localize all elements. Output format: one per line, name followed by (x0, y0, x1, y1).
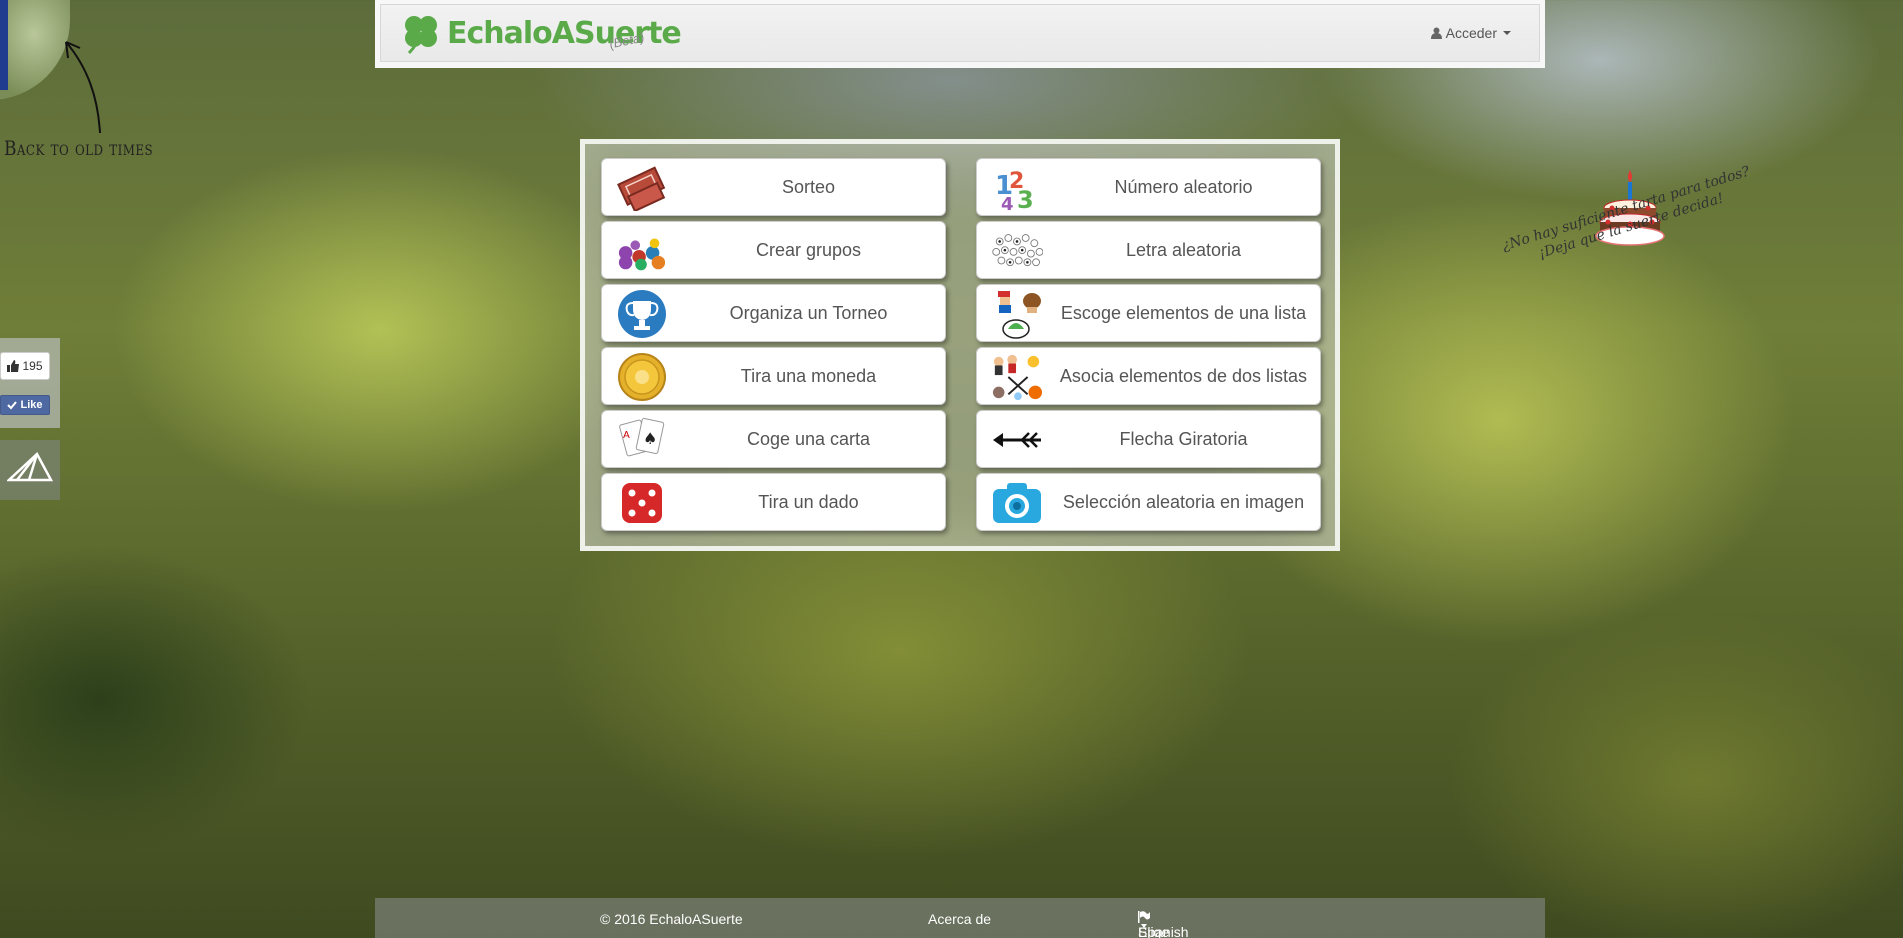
camera-icon (991, 479, 1043, 527)
tile-organiza-torneo[interactable]: Organiza un Torneo (601, 284, 946, 342)
facebook-like-button[interactable]: Like (0, 395, 50, 415)
numbers-icon: 1 2 3 4 (991, 164, 1043, 212)
tile-escoge-elementos[interactable]: Escoge elementos de una lista (976, 284, 1321, 342)
curved-arrow-icon (65, 41, 101, 134)
checkmark-icon (7, 401, 18, 410)
tools-panel: Sorteo 1 2 3 4 Número aleatorio Crear gr… (580, 139, 1340, 551)
tile-flecha-giratoria[interactable]: Flecha Giratoria (976, 410, 1321, 468)
associate-icon (991, 353, 1043, 401)
footer-copyright: © 2016 EchaloASuerte (600, 911, 743, 927)
svg-text:3: 3 (1017, 186, 1034, 212)
share-button[interactable] (0, 440, 60, 500)
navbar-inner: EchaloASuerte (Beta) Acceder (380, 4, 1540, 62)
tile-numero-aleatorio[interactable]: 1 2 3 4 Número aleatorio (976, 158, 1321, 216)
clover-icon (405, 16, 437, 55)
footer-about-link[interactable]: Acerca de (928, 911, 991, 927)
like-label: Like (20, 399, 43, 411)
caret-down-icon (1141, 924, 1147, 928)
trophy-icon (616, 290, 668, 338)
navbar: EchaloASuerte (Beta) Acceder (375, 0, 1545, 68)
tile-asocia-elementos[interactable]: Asocia elementos de dos listas (976, 347, 1321, 405)
login-dropdown[interactable]: Acceder (1430, 25, 1511, 41)
arrow-icon (991, 416, 1043, 464)
ticket-icon (616, 164, 668, 212)
coin-icon (616, 353, 668, 401)
user-icon (1430, 27, 1442, 39)
language-selector[interactable]: Elige un idioma: Spanish (1138, 911, 1189, 938)
svg-text:4: 4 (1001, 194, 1014, 212)
caret-down-icon (1503, 31, 1511, 35)
flag-icon (1138, 911, 1150, 923)
tools-grid: Sorteo 1 2 3 4 Número aleatorio Crear gr… (601, 158, 1321, 531)
paper-plane-icon (7, 451, 53, 482)
svg-text:♠: ♠ (643, 429, 657, 448)
tile-sorteo[interactable]: Sorteo (601, 158, 946, 216)
groups-icon (616, 227, 668, 275)
letters-icon (991, 227, 1043, 275)
back-to-old-times-link[interactable]: Back to old times (4, 136, 153, 160)
like-count-bubble: 195 (0, 352, 50, 380)
characters-icon (991, 290, 1043, 339)
brand-name: EchaloASuerte (447, 15, 682, 51)
tile-coge-carta[interactable]: ♠ A Coge una carta (601, 410, 946, 468)
thumbs-up-icon (7, 360, 20, 372)
svg-text:A: A (623, 430, 630, 441)
cards-icon: ♠ A (616, 416, 668, 464)
footer: © 2016 EchaloASuerte Acerca de Elige un … (375, 898, 1545, 938)
dice-icon (616, 479, 668, 527)
tile-crear-grupos[interactable]: Crear grupos (601, 221, 946, 279)
facebook-like-box: 195 Like (0, 338, 60, 428)
login-label: Acceder (1445, 25, 1497, 41)
tile-tira-dado[interactable]: Tira un dado (601, 473, 946, 531)
like-count: 195 (22, 359, 43, 373)
tile-seleccion-imagen[interactable]: Selección aleatoria en imagen (976, 473, 1321, 531)
tile-letra-aleatoria[interactable]: Letra aleatoria (976, 221, 1321, 279)
corner-accent (0, 0, 8, 90)
tile-tira-moneda[interactable]: Tira una moneda (601, 347, 946, 405)
